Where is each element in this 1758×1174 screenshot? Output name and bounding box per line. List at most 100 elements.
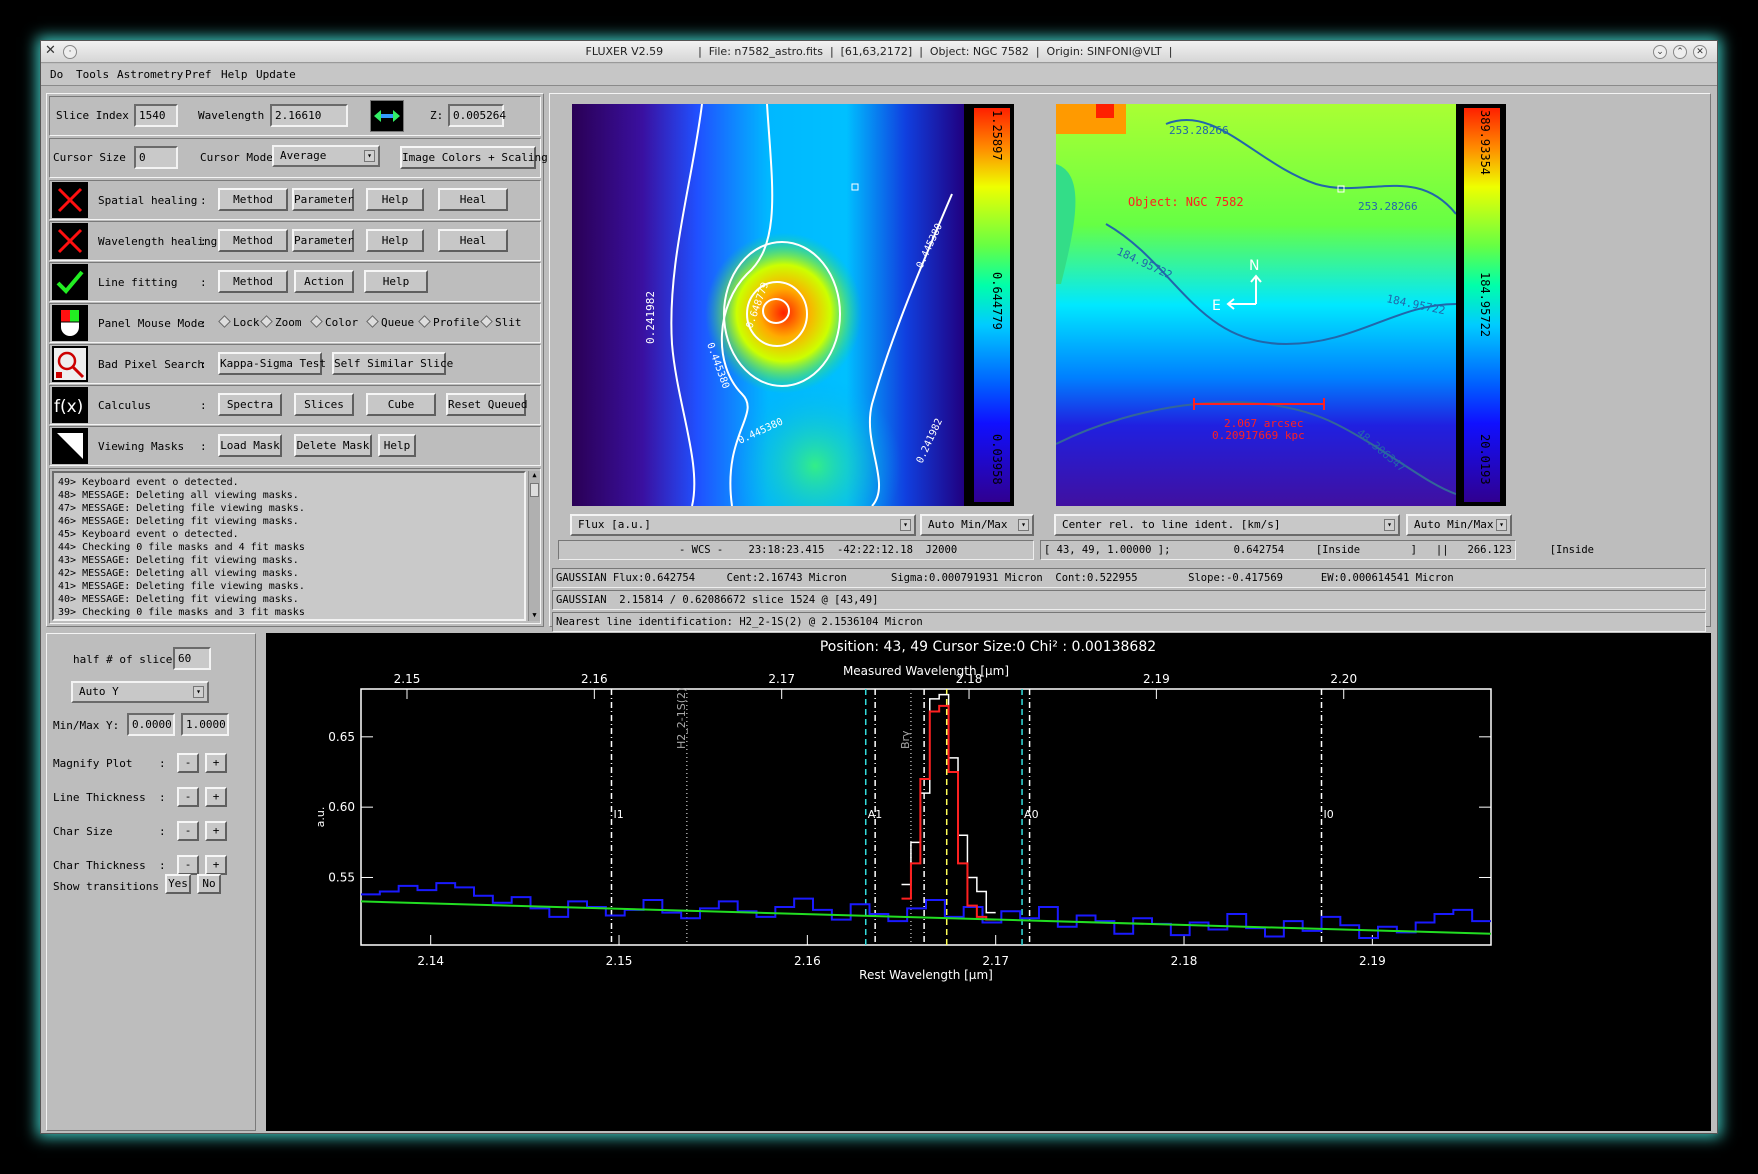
swap-arrows-icon[interactable] <box>370 100 404 132</box>
line-fitting-label: Line fitting <box>98 276 178 289</box>
magnify-plot-minus-button[interactable]: - <box>177 753 199 773</box>
bottom-tick-label: 2.14 <box>417 954 444 968</box>
menu-tools[interactable]: Tools <box>76 68 109 81</box>
char-size-plus-button[interactable]: + <box>205 821 227 841</box>
radio-diamond-icon <box>480 315 493 328</box>
fit-info-line-3: Nearest line identification: H2_2-1S(2) … <box>552 612 1706 632</box>
mouse-mode-slit-label: Slit <box>495 316 522 329</box>
menu-do[interactable]: Do <box>50 68 63 81</box>
char-thickness-plus-button[interactable]: + <box>205 855 227 875</box>
viewing-masks-icon <box>52 428 88 464</box>
y-tick-label: 0.60 <box>328 800 355 814</box>
z-input[interactable]: 0.005264 <box>448 104 506 127</box>
y-axis-label: a.u. <box>314 807 327 828</box>
menu-pref[interactable]: Pref <box>185 68 212 81</box>
calculus-spectra-button[interactable]: Spectra <box>218 393 282 416</box>
line-thickness-label: Line Thickness <box>53 791 146 804</box>
mouse-mode-slit-radio[interactable]: Slit <box>480 315 522 329</box>
velocity-quantity-value: Center rel. to line ident. [km/s] <box>1062 518 1281 531</box>
char-size-minus-button[interactable]: - <box>177 821 199 841</box>
bad-pixel-search-self-similar-slice-button[interactable]: Self Similar Slice <box>332 352 453 375</box>
wavelength-healing-parameter-button[interactable]: Parameter <box>292 229 354 252</box>
menu-astrometry[interactable]: Astrometry <box>117 68 183 81</box>
bad-pixel-search-kappa-sigma-test-button[interactable]: Kappa-Sigma Test <box>218 352 326 375</box>
show-transitions-yes-button[interactable]: Yes <box>165 874 191 894</box>
log-line: 46> MESSAGE: Deleting fit viewing masks. <box>58 516 299 527</box>
max-y-input[interactable]: 1.0000 <box>181 713 229 736</box>
slice-index-input[interactable]: 1540 <box>134 104 178 127</box>
char-thickness-minus-button[interactable]: - <box>177 855 199 875</box>
viewing-masks-delete-mask-button[interactable]: Delete Mask <box>294 434 372 457</box>
calculus-cube-button[interactable]: Cube <box>366 393 436 416</box>
top-tick-label: 2.19 <box>1143 672 1170 686</box>
y-tick-label: 0.55 <box>328 870 355 884</box>
bad-pixel-search-row: Bad Pixel Search: Kappa-Sigma Test Self Si… <box>49 344 541 384</box>
spatial-healing-heal-button[interactable]: Heal <box>438 188 508 211</box>
line-fitting-method-button[interactable]: Method <box>218 270 288 293</box>
auto-y-select[interactable]: Auto Y ▾ <box>71 681 209 703</box>
scroll-down-icon[interactable]: ▼ <box>529 611 540 621</box>
wavelength-healing-method-button[interactable]: Method <box>218 229 288 252</box>
menu-update[interactable]: Update <box>256 68 296 81</box>
wavelength-healing-help-button[interactable]: Help <box>366 229 424 252</box>
line-thickness-minus-button[interactable]: - <box>177 787 199 807</box>
scroll-up-icon[interactable]: ▲ <box>529 471 540 481</box>
menu-help[interactable]: Help <box>221 68 248 81</box>
line-thickness-colon: : <box>159 791 166 804</box>
calculus-label: Calculus <box>98 399 151 412</box>
calculus-colon: : <box>200 399 207 412</box>
mouse-mode-color-radio[interactable]: Color <box>310 315 358 329</box>
scale-kpc-label: 0.20917669 kpc <box>1212 429 1305 442</box>
flux-colorbar-min: 0.03958 <box>990 434 1004 485</box>
panel-mouse-mode-row: Panel Mouse Mode: Lock Zoom Color Queue Profi… <box>49 303 541 343</box>
spatial-healing-method-button[interactable]: Method <box>218 188 288 211</box>
velocity-map[interactable]: 253.28266 253.28266 184.95722 184.95722 … <box>1056 104 1456 506</box>
wavelength-healing-heal-button[interactable]: Heal <box>438 229 508 252</box>
viewing-masks-help-button[interactable]: Help <box>378 434 416 457</box>
log-line: 41> MESSAGE: Deleting file viewing masks… <box>58 581 305 592</box>
contour-label-1: 0.241982 <box>644 291 657 344</box>
log-line: 47> MESSAGE: Deleting file viewing masks… <box>58 503 305 514</box>
line-fitting-help-button[interactable]: Help <box>364 270 428 293</box>
maximize-icon[interactable]: ⌃ <box>1673 45 1687 59</box>
min-y-input[interactable]: 0.0000 <box>127 713 175 736</box>
flux-map[interactable]: 0.241982 0.445380 0.648779 0.445380 0.44… <box>572 104 964 506</box>
minimize-icon[interactable]: ⌄ <box>1653 45 1667 59</box>
image-colors-scaling-button[interactable]: Image Colors + Scaling <box>400 146 548 169</box>
show-transitions-no-button[interactable]: No <box>197 874 221 894</box>
mouse-mode-lock-radio[interactable]: Lock <box>218 315 260 329</box>
velocity-quantity-select[interactable]: Center rel. to line ident. [km/s] ▾ <box>1054 514 1400 536</box>
mouse-mode-queue-radio[interactable]: Queue <box>366 315 414 329</box>
viewing-masks-load-mask-button[interactable]: Load Mask <box>218 434 282 457</box>
log-line: 48> MESSAGE: Deleting all viewing masks. <box>58 490 299 501</box>
transition-label: Brγ <box>899 730 912 749</box>
half-slices-input[interactable]: 60 <box>173 647 211 670</box>
magnify-plot-plus-button[interactable]: + <box>205 753 227 773</box>
cursor-size-input[interactable]: 0 <box>134 146 178 169</box>
cursor-mode-select[interactable]: Average ▾ <box>272 145 380 167</box>
pixel-readout: [ 43, 49, 1.00000 ]; 0.642754 [Inside ] … <box>1040 540 1594 560</box>
mouse-mode-profile-radio[interactable]: Profile <box>418 315 479 329</box>
spatial-healing-parameter-button[interactable]: Parameter <box>292 188 354 211</box>
top-tick-label: 2.17 <box>768 672 795 686</box>
east-label: E <box>1212 298 1221 314</box>
flux-scale-select[interactable]: Auto Min/Max ▾ <box>920 514 1034 536</box>
calculus-slices-button[interactable]: Slices <box>294 393 354 416</box>
log-scrollbar[interactable]: ▲ ▼ <box>528 471 540 621</box>
flux-quantity-select[interactable]: Flux [a.u.] ▾ <box>570 514 916 536</box>
log-line: 40> MESSAGE: Deleting fit viewing masks. <box>58 594 299 605</box>
line-thickness-plus-button[interactable]: + <box>205 787 227 807</box>
mouse-mode-zoom-radio[interactable]: Zoom <box>260 315 302 329</box>
flux-quantity-value: Flux [a.u.] <box>578 518 651 531</box>
calculus-reset-queued-button[interactable]: Reset Queued <box>446 393 527 416</box>
close-icon[interactable]: ✕ <box>1693 45 1707 59</box>
spatial-healing-help-button[interactable]: Help <box>366 188 424 211</box>
object-label: Object: NGC 7582 <box>1128 195 1244 209</box>
line-fitting-action-button[interactable]: Action <box>294 270 354 293</box>
scroll-thumb[interactable] <box>530 483 539 497</box>
transition-label: I1 <box>613 808 623 821</box>
velocity-scale-select[interactable]: Auto Min/Max ▾ <box>1406 514 1512 536</box>
spectrum-plot[interactable]: Position: 43, 49 Cursor Size:0 Chi² : 0.… <box>266 633 1711 1131</box>
top-tick-label: 2.18 <box>956 672 983 686</box>
wavelength-input[interactable]: 2.16610 <box>270 104 348 127</box>
